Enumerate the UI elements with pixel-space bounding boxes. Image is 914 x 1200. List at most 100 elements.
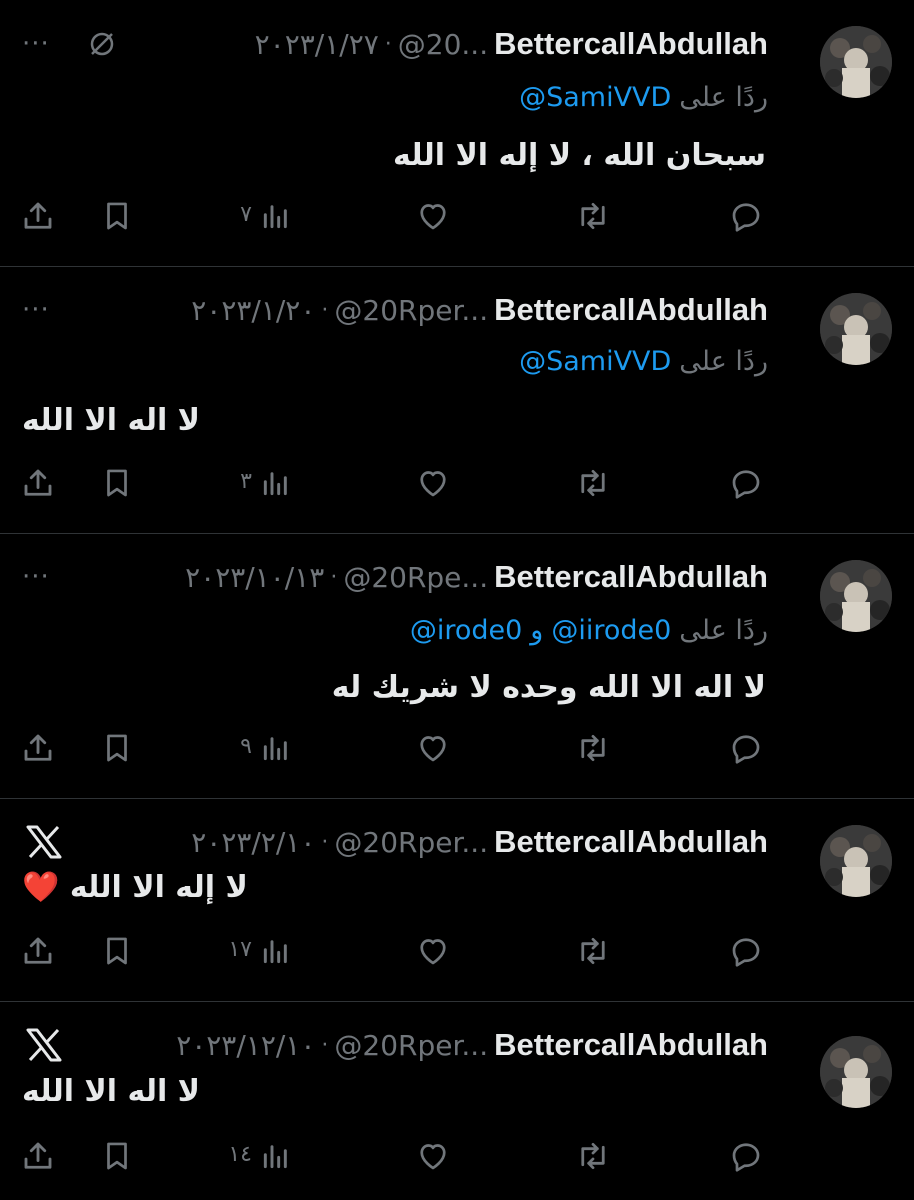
bookmark-button[interactable] [100,194,134,238]
bookmark-icon [107,469,127,497]
author-name[interactable]: BettercallAbdullah [494,1027,768,1063]
repost-button[interactable] [574,726,612,770]
views-button[interactable] [260,1134,292,1178]
author-handle[interactable]: @20Rper... [334,1029,488,1062]
more-options-button[interactable]: ··· [22,24,50,64]
tweet[interactable]: BettercallAbdullah @20Rper... · ٢٠٢٣/١٢/… [0,1002,914,1200]
bookmark-button[interactable] [100,929,134,973]
author-handle[interactable]: @20... [398,28,488,61]
repost-icon [581,202,605,230]
reply-context: ردًا على @SamiVVD [519,79,768,115]
tweet-text: لا اله الا الله [22,1074,201,1109]
like-button[interactable] [414,194,452,238]
views-button[interactable] [260,726,292,770]
tweet-text-content: لا إله الا الله [69,870,248,905]
tweet-date[interactable]: ٢٠٢٣/١/٢٠ [191,294,315,327]
tweet-header: BettercallAbdullah @20Rper... · ٢٠٢٣/١/٢… [191,290,768,330]
bookmark-icon [107,1142,127,1170]
tweet-date[interactable]: ٢٠٢٣/١/٢٧ [255,28,379,61]
share-icon [24,734,52,761]
author-handle[interactable]: @20Rpe... [343,561,488,594]
views-button[interactable] [260,461,292,505]
tweet-text: سبحان الله ، لا إله الا الله [393,138,766,173]
avatar[interactable] [820,560,892,632]
tweet-header: BettercallAbdullah @20Rpe... · ٢٠٢٣/١٠/١… [185,557,768,597]
author-name[interactable]: BettercallAbdullah [494,26,768,62]
views-icon [263,205,287,229]
repost-icon [581,734,605,762]
like-button[interactable] [414,726,452,770]
heart-icon [420,1144,446,1170]
author-name[interactable]: BettercallAbdullah [494,559,768,595]
action-bar: ٩ [0,726,914,770]
separator-dot: · [330,564,338,590]
share-button[interactable] [20,194,56,238]
bookmark-button[interactable] [100,1134,134,1178]
like-button[interactable] [414,929,452,973]
tweet[interactable]: BettercallAbdullah @20Rpe... · ٢٠٢٣/١٠/١… [0,534,914,798]
author-name[interactable]: BettercallAbdullah [494,824,768,860]
share-button[interactable] [20,929,56,973]
tweet-text: لا اله الا الله وحده لا شريك له [331,670,766,705]
avatar[interactable] [820,26,892,98]
avatar[interactable] [820,825,892,897]
views-button[interactable] [260,929,292,973]
avatar[interactable] [820,1036,892,1108]
repost-button[interactable] [574,461,612,505]
views-icon [263,737,287,761]
share-button[interactable] [20,1134,56,1178]
mention-link[interactable]: @SamiVVD [519,82,671,113]
avatar[interactable] [820,293,892,365]
tweet[interactable]: BettercallAbdullah @20Rper... · ٢٠٢٣/١/٢… [0,267,914,533]
tweet[interactable]: BettercallAbdullah @20Rper... · ٢٠٢٣/٢/١… [0,799,914,1001]
bookmark-icon [107,202,127,230]
reply-button[interactable] [728,1134,764,1178]
reply-icon [732,470,760,499]
share-button[interactable] [20,461,56,505]
tweet-header: BettercallAbdullah @20... · ٢٠٢٣/١/٢٧ [255,24,768,64]
reply-button[interactable] [728,461,764,505]
reply-prefix: ردًا على [679,614,768,646]
views-count: ١٤ [228,1142,252,1167]
reply-button[interactable] [728,194,764,238]
repost-icon [581,1142,605,1170]
heart-icon [420,736,446,762]
reply-button[interactable] [728,929,764,973]
repost-button[interactable] [574,929,612,973]
views-count: ١٧ [228,937,252,962]
mention-link[interactable]: @SamiVVD [519,346,671,377]
repost-button[interactable] [574,1134,612,1178]
separator-dot: · [321,829,329,855]
mention-link[interactable]: @iirode0 [551,615,671,646]
like-button[interactable] [414,461,452,505]
separator-dot: · [384,31,392,57]
tweet-date[interactable]: ٢٠٢٣/١٠/١٣ [185,561,324,594]
tweet-date[interactable]: ٢٠٢٣/٢/١٠ [191,826,315,859]
share-icon [24,469,52,496]
mention-link[interactable]: @irode0 [410,615,522,646]
separator-dot: · [321,1032,329,1058]
more-options-button[interactable]: ··· [22,557,50,597]
tweet-header: BettercallAbdullah @20Rper... · ٢٠٢٣/٢/١… [191,822,768,862]
share-button[interactable] [20,726,56,770]
bookmark-button[interactable] [100,726,134,770]
tweet-text: لا اله الا الله [22,403,201,438]
tweet-date[interactable]: ٢٠٢٣/١٢/١٠ [176,1029,315,1062]
author-name[interactable]: BettercallAbdullah [494,292,768,328]
repost-button[interactable] [574,194,612,238]
reply-prefix: ردًا على [679,81,768,113]
reply-icon [732,735,760,764]
hidden-slash-icon [86,24,118,64]
tweet-text: لا إله الا الله ❤️ [22,870,248,905]
more-options-button[interactable]: ··· [22,290,50,330]
reply-button[interactable] [728,726,764,770]
views-count: ٩ [240,734,252,759]
views-button[interactable] [260,194,292,238]
like-button[interactable] [414,1134,452,1178]
views-icon [263,472,287,496]
bookmark-button[interactable] [100,461,134,505]
bookmark-icon [107,937,127,965]
tweet[interactable]: BettercallAbdullah @20... · ٢٠٢٣/١/٢٧ ··… [0,0,914,266]
author-handle[interactable]: @20Rper... [334,826,488,859]
author-handle[interactable]: @20Rper... [334,294,488,327]
